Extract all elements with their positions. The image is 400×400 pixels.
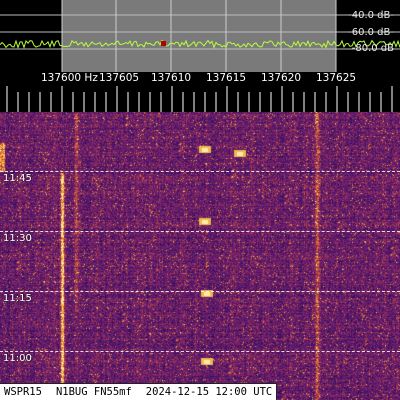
- time-gridline: [0, 291, 400, 292]
- time-label-1145: 11:45: [3, 173, 32, 184]
- db-label-80: -80.0 dB: [351, 43, 394, 54]
- time-gridline: [0, 231, 400, 232]
- time-label-1115: 11:15: [3, 293, 32, 304]
- db-label-60: -60.0 dB-: [348, 27, 394, 38]
- waterfall-display: 11:45 11:30 11:15 11:00: [0, 112, 400, 400]
- callsign-locator: N1BUG FN55mf: [55, 386, 132, 398]
- status-bar: WSPR15 N1BUG FN55mf 2024-12-15 12:00 UTC: [0, 383, 278, 400]
- spectrum-panel: -40.0 dB- -60.0 dB- -80.0 dB: [0, 0, 400, 72]
- spectrum-trace: [0, 39, 400, 50]
- timestamp: 2024-12-15 12:00 UTC: [145, 386, 273, 398]
- spectrum-plot: [0, 0, 400, 72]
- time-gridline: [0, 171, 400, 172]
- frequency-ticks: [6, 86, 393, 112]
- time-label-1130: 11:30: [3, 233, 32, 244]
- peak-marker: [161, 41, 166, 46]
- time-label-1100: 11:00: [3, 353, 32, 364]
- db-label-40: -40.0 dB-: [348, 10, 394, 21]
- waterfall-canvas: [0, 112, 400, 400]
- frequency-scale: 137600 Hz 137605 137610 137615 137620 13…: [0, 72, 400, 112]
- time-gridline: [0, 351, 400, 352]
- mode-label: WSPR15: [4, 386, 42, 398]
